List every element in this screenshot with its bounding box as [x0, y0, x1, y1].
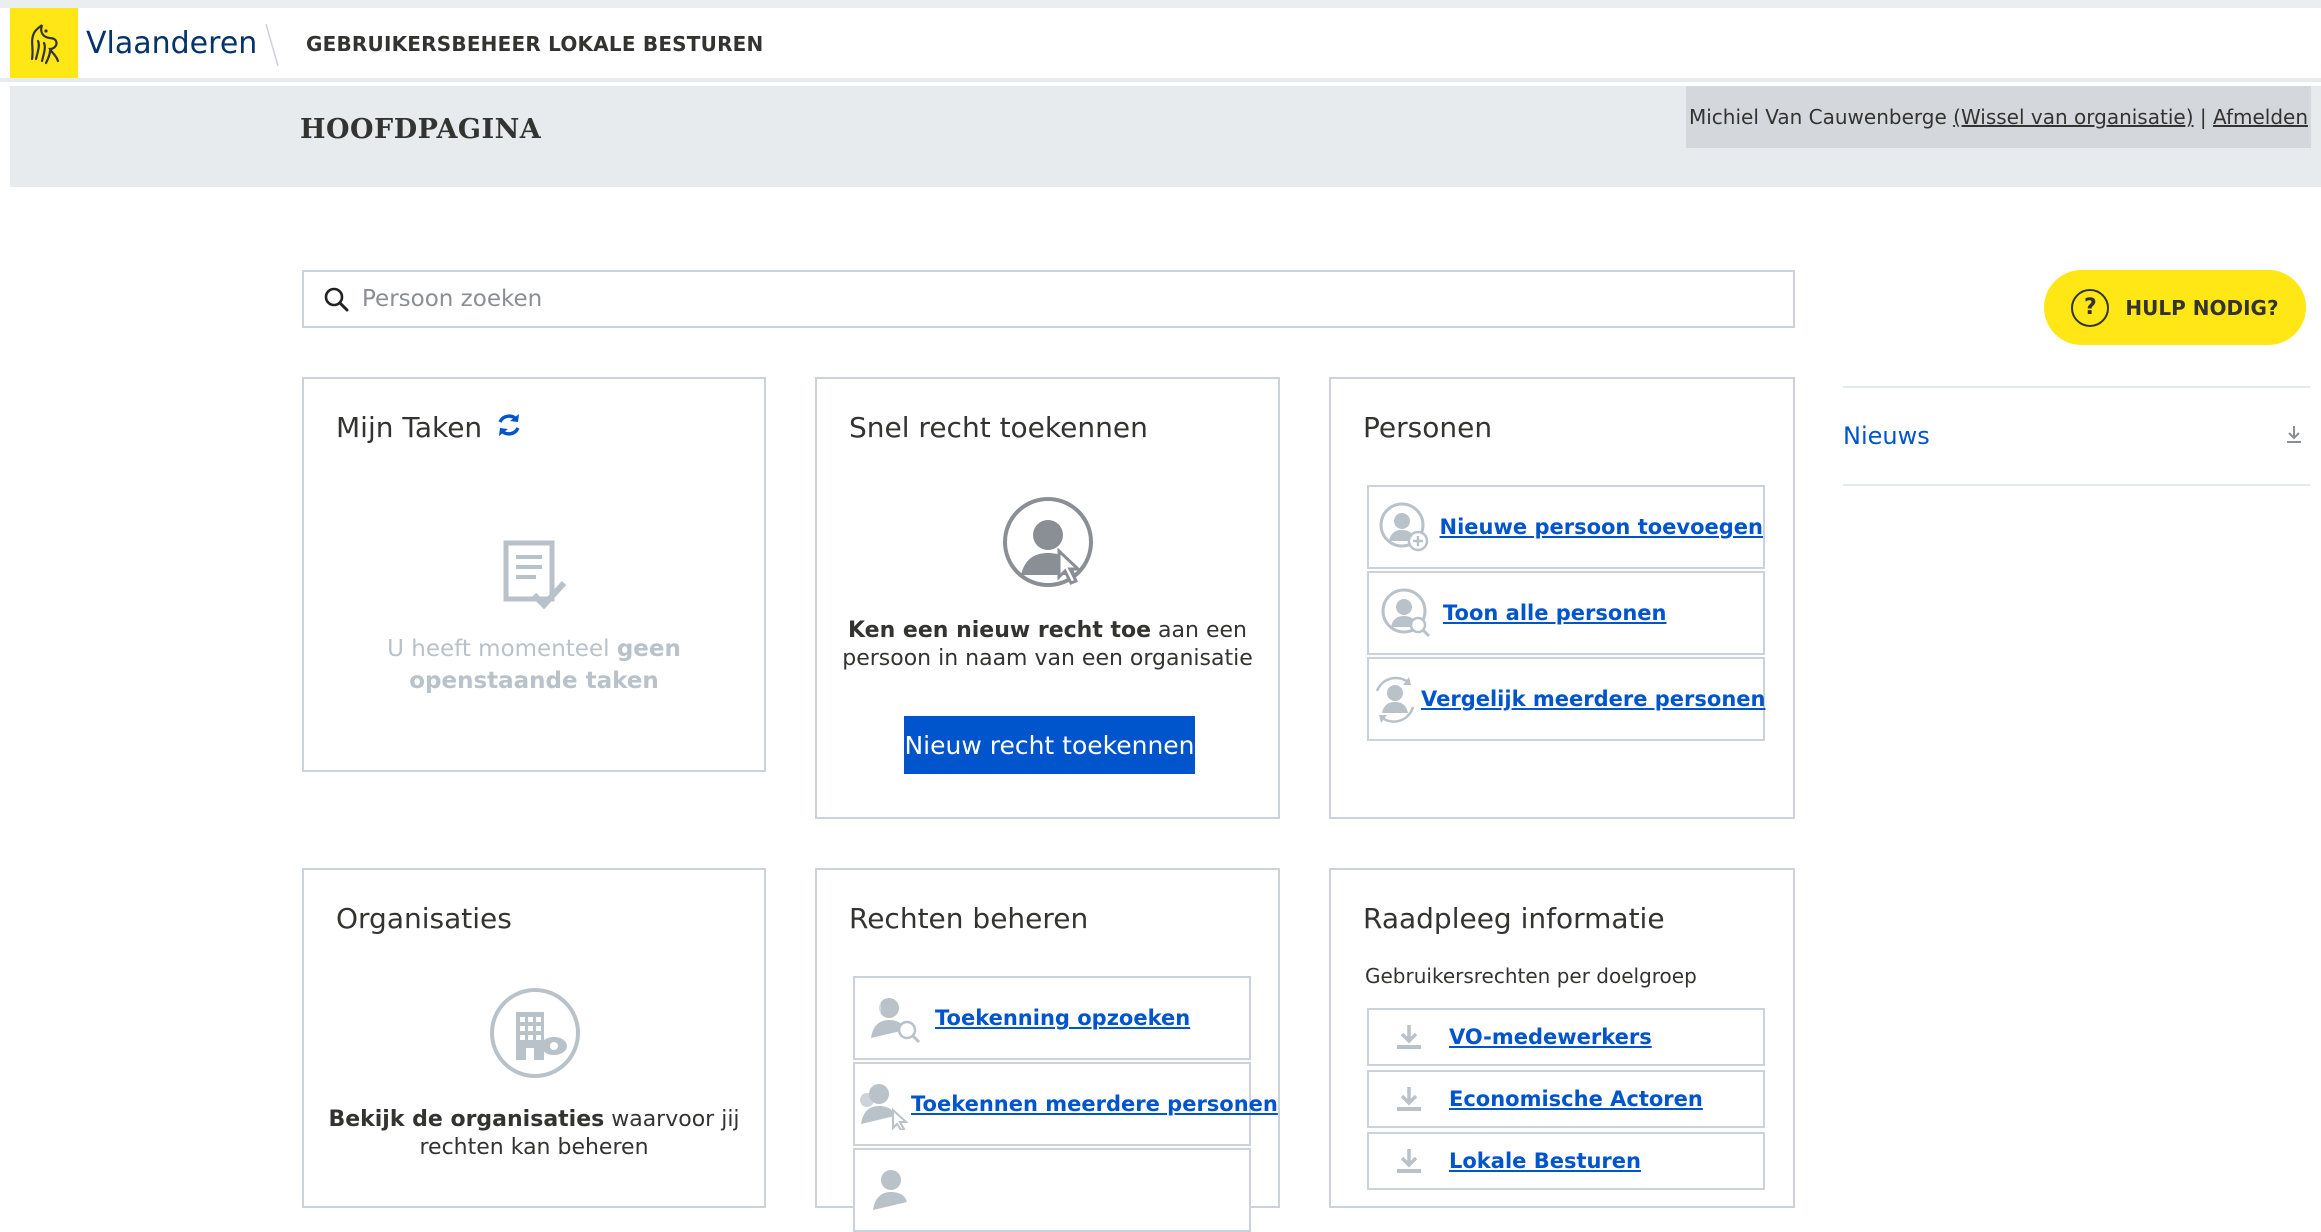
info-card: Raadpleeg informatie Gebruikersrechten p…: [1329, 868, 1795, 1208]
person-search-icon: [1369, 587, 1443, 639]
add-person-link[interactable]: Nieuwe persoon toevoegen: [1440, 515, 1763, 539]
info-economic-link[interactable]: Economische Actoren: [1449, 1087, 1703, 1111]
download-icon: [1369, 1022, 1449, 1052]
quick-grant-title: Snel recht toekennen: [849, 411, 1148, 444]
grant-multiple-item[interactable]: Toekennen meerdere personen: [853, 1062, 1278, 1146]
vlaanderen-lion-logo-icon[interactable]: [10, 8, 78, 78]
person-search-box: [302, 270, 1795, 328]
compare-persons-item[interactable]: Vergelijk meerdere personen: [1367, 657, 1765, 741]
person-add-icon: [1369, 501, 1440, 553]
grant-other-item[interactable]: [853, 1148, 1251, 1232]
logout-link[interactable]: Afmelden: [2213, 105, 2308, 129]
show-persons-link[interactable]: Toon alle personen: [1443, 601, 1666, 625]
info-local-link[interactable]: Lokale Besturen: [1449, 1149, 1641, 1173]
grant-search-icon: [855, 992, 935, 1044]
info-economic-item[interactable]: Economische Actoren: [1367, 1070, 1765, 1128]
download-icon: [1369, 1146, 1449, 1176]
quick-grant-description: Ken een nieuw recht toe aan een persoon …: [817, 617, 1278, 673]
tasks-card: Mijn Taken U heeft momenteel geen openst…: [302, 377, 766, 772]
search-input[interactable]: [360, 285, 1764, 313]
tasks-empty-bold-2: openstaande taken: [409, 668, 659, 694]
page-title: HOOFDPAGINA: [300, 114, 542, 145]
tasks-empty-text: U heeft momenteel: [387, 636, 617, 662]
rights-card: Rechten beheren Toekenning opzoeken Toek…: [815, 868, 1280, 1232]
add-person-item[interactable]: Nieuwe persoon toevoegen: [1367, 485, 1765, 569]
person-pointer-icon: [1001, 495, 1095, 593]
organisations-desc-2: rechten kan beheren: [419, 1135, 649, 1160]
rights-title: Rechten beheren: [849, 902, 1089, 935]
grant-search-item[interactable]: Toekenning opzoeken: [853, 976, 1251, 1060]
quick-grant-desc-bold: Ken een nieuw recht toe: [848, 618, 1152, 643]
organisations-desc-bold: Bekijk de organisaties: [328, 1107, 605, 1132]
new-grant-button[interactable]: Nieuw recht toekennen: [904, 716, 1195, 774]
organisations-desc-1: waarvoor jij: [604, 1107, 740, 1132]
grant-multiple-link[interactable]: Toekennen meerdere personen: [911, 1092, 1278, 1116]
header-divider: [262, 22, 282, 68]
top-navigation-bar: Vlaanderen GEBRUIKERSBEHEER LOKALE BESTU…: [0, 8, 2321, 82]
news-divider-bottom: [1843, 484, 2310, 486]
organisations-title: Organisaties: [336, 902, 512, 935]
tasks-empty-bold-1: geen: [616, 636, 681, 662]
persons-title: Personen: [1363, 411, 1493, 444]
help-label: HULP NODIG?: [2125, 295, 2279, 320]
user-info-box: Michiel Van Cauwenberge (Wissel van orga…: [1686, 86, 2311, 148]
switch-organisation-link[interactable]: (Wissel van organisatie): [1953, 105, 2193, 129]
show-persons-item[interactable]: Toon alle personen: [1367, 571, 1765, 655]
tasks-empty-message: U heeft momenteel geen openstaande taken: [304, 633, 764, 697]
refresh-icon[interactable]: [495, 411, 523, 446]
download-icon: [1369, 1084, 1449, 1114]
help-button[interactable]: ? HULP NODIG?: [2044, 270, 2306, 345]
application-name[interactable]: GEBRUIKERSBEHEER LOKALE BESTUREN: [306, 32, 763, 56]
organisations-card: Organisaties Bekijk de organisaties waar…: [302, 868, 766, 1208]
quick-grant-desc-1: aan een: [1151, 618, 1247, 643]
info-vo-link[interactable]: VO-medewerkers: [1449, 1025, 1652, 1049]
search-icon: [312, 286, 360, 312]
news-divider-top: [1843, 386, 2310, 388]
quick-grant-card: Snel recht toekennen Ken een nieuw recht…: [815, 377, 1280, 819]
quick-grant-desc-2: persoon in naam van een organisatie: [842, 646, 1253, 671]
news-download-icon[interactable]: [2284, 424, 2304, 450]
info-local-item[interactable]: Lokale Besturen: [1367, 1132, 1765, 1190]
organisation-building-icon: [488, 986, 582, 1084]
compare-persons-link[interactable]: Vergelijk meerdere personen: [1421, 687, 1765, 711]
tasks-title-text: Mijn Taken: [336, 411, 483, 444]
info-vo-item[interactable]: VO-medewerkers: [1367, 1008, 1765, 1066]
grant-other-icon: [855, 1164, 935, 1216]
persons-card: Personen Nieuwe persoon toevoegen Toon a…: [1329, 377, 1795, 819]
tasks-card-title: Mijn Taken: [336, 411, 523, 446]
top-strip: [0, 0, 2321, 8]
user-separator: |: [2199, 105, 2207, 129]
news-toggle[interactable]: Nieuws: [1843, 422, 1930, 450]
brand-name[interactable]: Vlaanderen: [86, 26, 257, 61]
user-name: Michiel Van Cauwenberge: [1688, 105, 1947, 129]
grant-search-link[interactable]: Toekenning opzoeken: [935, 1006, 1190, 1030]
info-subtitle: Gebruikersrechten per doelgroep: [1365, 964, 1697, 988]
person-compare-icon: [1369, 673, 1421, 725]
organisations-description: Bekijk de organisaties waarvoor jij rech…: [304, 1106, 764, 1162]
question-icon: ?: [2071, 288, 2110, 327]
grant-multi-icon: [855, 1078, 911, 1130]
info-title: Raadpleeg informatie: [1363, 902, 1665, 935]
tasks-empty-icon: [500, 539, 570, 615]
